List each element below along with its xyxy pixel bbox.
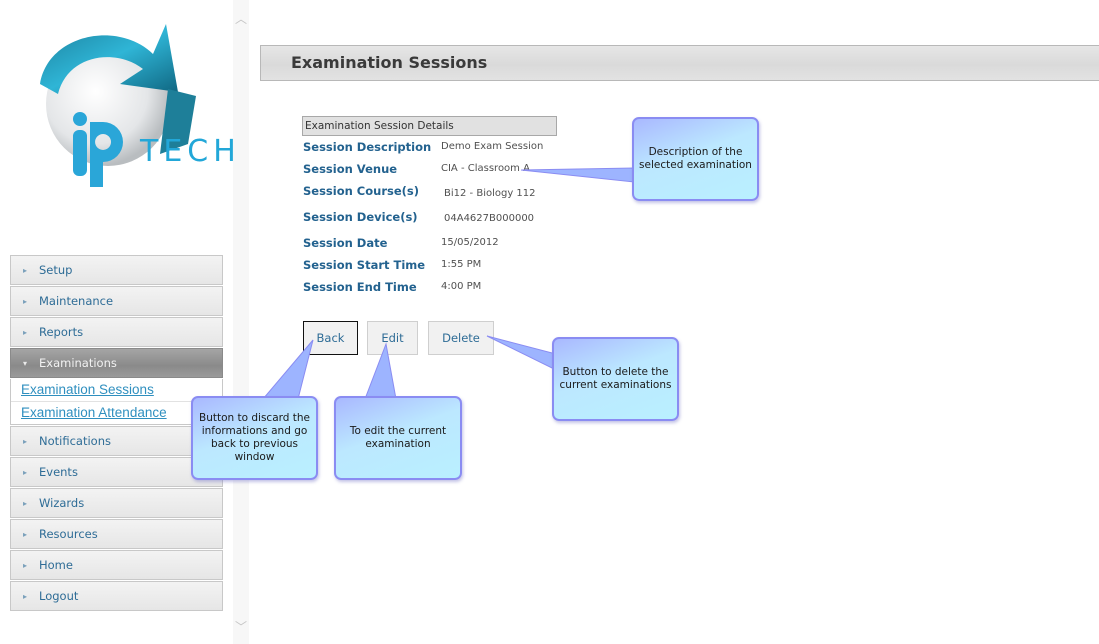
field-label: Session Device(s) (303, 210, 418, 224)
logo-graphic: TECH (40, 24, 236, 187)
sidebar-item-examinations[interactable]: ▾ Examinations (10, 348, 223, 378)
field-label: Session Date (303, 236, 388, 250)
sidebar-item-label: Maintenance (39, 294, 114, 308)
chevron-right-icon: ▸ (23, 498, 28, 508)
back-button[interactable]: Back (303, 321, 358, 355)
sidebar-item-home[interactable]: ▸ Home (10, 550, 223, 580)
delete-button[interactable]: Delete (428, 321, 494, 355)
scroll-up-icon[interactable]: ︿ (235, 10, 247, 27)
callout-pointer-description (520, 167, 635, 183)
sidebar-item-label: Examinations (39, 356, 117, 370)
sidebar-item-label: Logout (39, 589, 79, 603)
sidebar-item-label: Wizards (39, 496, 85, 510)
section-title: Examination Session Details (302, 116, 557, 136)
field-label: Session Course(s) (303, 184, 420, 198)
sidebar-item-maintenance[interactable]: ▸ Maintenance (10, 286, 223, 316)
page-title: Examination Sessions (291, 53, 488, 72)
field-value: Bi12 - Biology 112 (444, 188, 536, 199)
sidebar-item-label: Setup (39, 263, 73, 277)
sidebar-item-label: Reports (39, 325, 84, 339)
scroll-down-icon[interactable]: ﹀ (235, 618, 247, 635)
chevron-right-icon: ▸ (23, 529, 28, 539)
sidebar-scrollbar[interactable]: ︿ ﹀ (233, 0, 249, 644)
chevron-right-icon: ▸ (23, 591, 28, 601)
field-value: Demo Exam Session (441, 141, 544, 152)
field-label: Session Description (303, 140, 432, 154)
callout-description: Description of the selected examination (632, 117, 759, 201)
field-value: 04A4627B000000 (444, 213, 535, 224)
session-details: Examination Session Details Session Desc… (302, 116, 557, 294)
chevron-right-icon: ▸ (23, 560, 28, 570)
field-value: 15/05/2012 (441, 237, 499, 248)
chevron-right-icon: ▸ (23, 436, 28, 446)
sidebar-item-reports[interactable]: ▸ Reports (10, 317, 223, 347)
callout-pointer-delete (486, 335, 557, 371)
chevron-right-icon: ▸ (23, 467, 28, 477)
submenu-link-examination-sessions[interactable]: Examination Sessions (11, 379, 222, 401)
field-value: 4:00 PM (441, 281, 482, 292)
sidebar-item-label: Resources (39, 527, 98, 541)
sidebar-item-wizards[interactable]: ▸ Wizards (10, 488, 223, 518)
sidebar-item-logout[interactable]: ▸ Logout (10, 581, 223, 611)
callout-back: Button to discard the informations and g… (191, 396, 318, 480)
edit-button[interactable]: Edit (367, 321, 418, 355)
sidebar-item-resources[interactable]: ▸ Resources (10, 519, 223, 549)
field-label: Session End Time (303, 280, 417, 294)
logo-wordmark: TECH (139, 134, 234, 169)
chevron-down-icon: ▾ (23, 358, 28, 368)
callout-edit: To edit the current examination (334, 396, 462, 480)
chevron-right-icon: ▸ (23, 296, 28, 306)
sidebar-item-label: Notifications (39, 434, 111, 448)
field-value: CIA - Classroom A (441, 163, 530, 174)
field-value: 1:55 PM (441, 259, 482, 270)
iptech-logo: TECH (28, 14, 236, 194)
sidebar-item-label: Events (39, 465, 78, 479)
field-label: Session Start Time (303, 258, 426, 272)
callout-delete: Button to delete the current examination… (552, 337, 679, 421)
field-label: Session Venue (303, 162, 398, 176)
chevron-right-icon: ▸ (23, 327, 28, 337)
chevron-right-icon: ▸ (23, 265, 28, 275)
sidebar: TECH ▸ Setup ▸ Maintenance ▸ Reports ▾ E… (0, 0, 236, 644)
sidebar-item-setup[interactable]: ▸ Setup (10, 255, 223, 285)
page-header: Examination Sessions (260, 45, 1099, 81)
sidebar-item-label: Home (39, 558, 73, 572)
